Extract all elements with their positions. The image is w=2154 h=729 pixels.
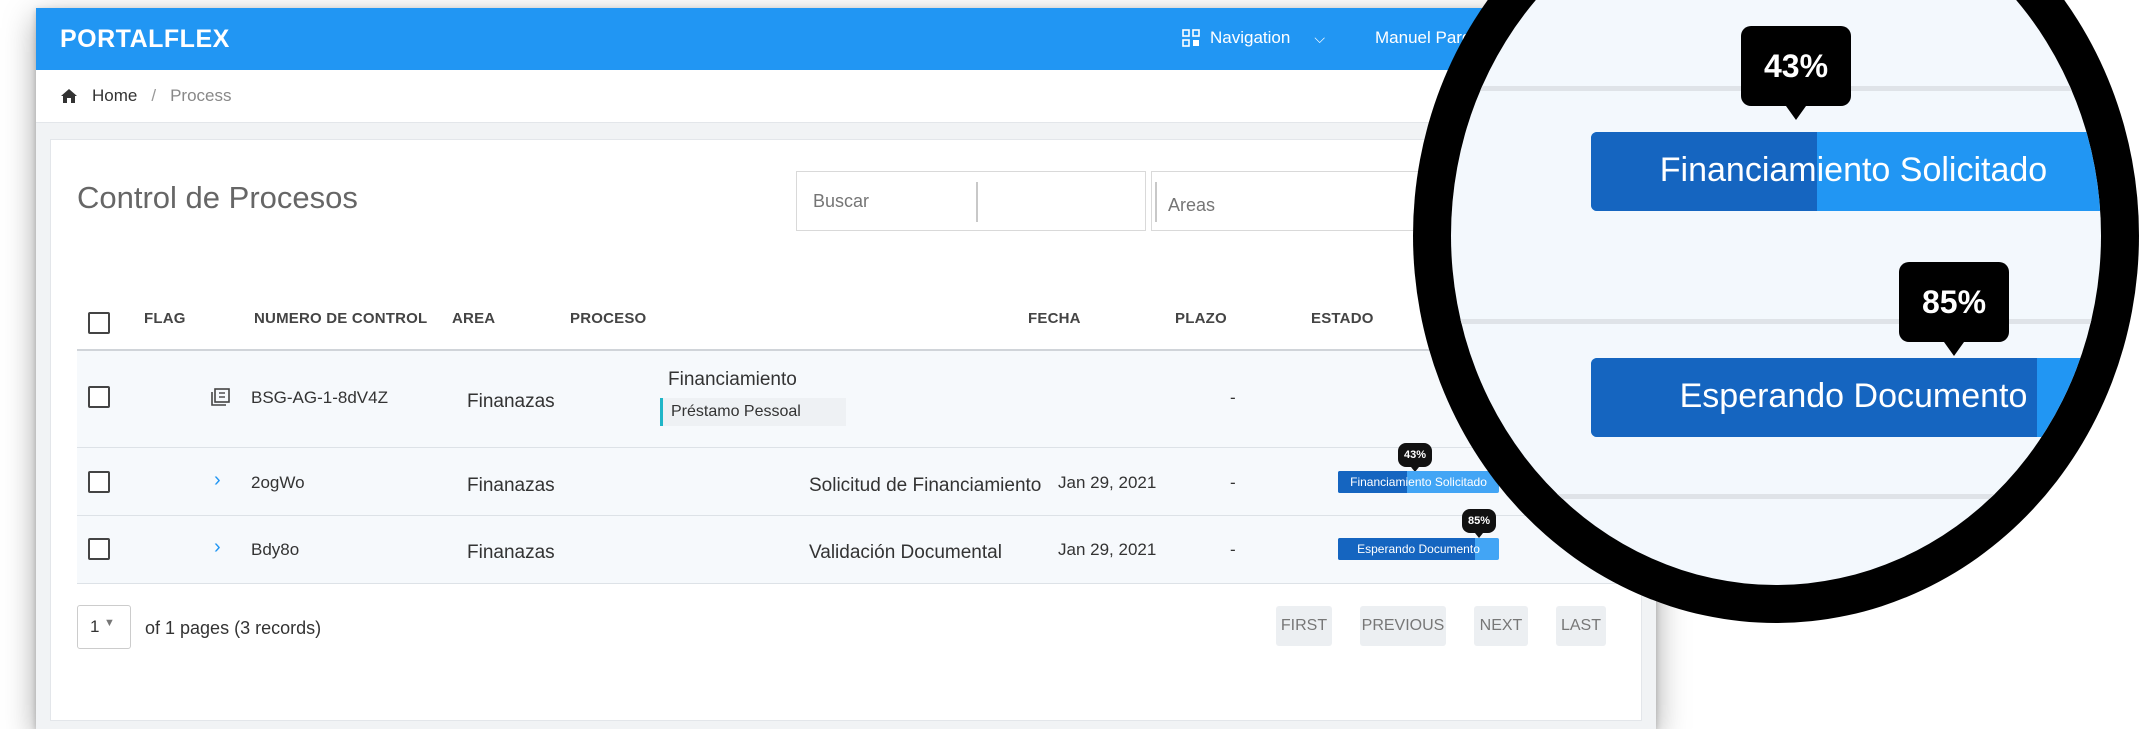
chevron-right-icon[interactable]: › [214, 469, 221, 492]
home-icon [61, 89, 77, 103]
search-divider [976, 182, 978, 222]
breadcrumb-current: Process [170, 86, 232, 105]
process-card: Control de Procesos FLAG NUMERO DE CONTR… [50, 139, 1642, 721]
last-page-button[interactable]: LAST [1556, 606, 1606, 646]
page-select-value: 1 [90, 617, 100, 636]
row-proceso: Financiamiento [668, 369, 797, 390]
row-plazo: - [1230, 473, 1236, 492]
areas-divider [1155, 182, 1157, 222]
page-title: Control de Procesos [77, 180, 358, 215]
top-navbar: PORTALFLEX Navigation ⌵ Manuel Pardo [36, 8, 1656, 70]
document-flag-icon[interactable] [211, 388, 231, 406]
column-header-estado[interactable]: ESTADO [1311, 310, 1374, 327]
row-numero: Bdy8o [251, 540, 300, 559]
zoom-divider [1451, 494, 2101, 499]
row-area: Finanazas [467, 475, 555, 496]
status-progress-bar: Esperando Documento [1338, 538, 1499, 560]
row-plazo: - [1230, 540, 1236, 559]
column-header-plazo[interactable]: PLAZO [1175, 310, 1227, 327]
zoom-status-progress-bar: Financiamiento Solicitado [1591, 132, 2101, 211]
column-header-fecha[interactable]: FECHA [1028, 310, 1081, 327]
navigation-menu[interactable]: Navigation ⌵ [1182, 28, 1325, 48]
row-checkbox[interactable] [88, 538, 110, 560]
zoom-progress-tooltip: 85% [1899, 262, 2009, 356]
row-area: Finanazas [467, 542, 555, 563]
row-fecha: Jan 29, 2021 [1058, 473, 1157, 492]
zoom-status-progress-bar: Esperando Documento [1591, 358, 2101, 437]
zoom-progress-tooltip: 43% [1741, 26, 1851, 120]
select-all-checkbox[interactable] [88, 312, 110, 334]
search-field[interactable] [796, 171, 1146, 231]
breadcrumb-separator: / [151, 86, 157, 105]
row-proceso: Solicitud de Financiamiento [809, 475, 1042, 496]
chevron-right-icon[interactable]: › [214, 536, 221, 559]
breadcrumb: Home / Process [36, 70, 1656, 123]
zoom-status-label: Esperando Documento [1679, 377, 2028, 415]
zoom-status-label: Financiamiento Solicitado [1659, 151, 2048, 189]
table-row[interactable]: › 2ogWo Finanazas Solicitud de Financiam… [77, 443, 1617, 516]
first-page-button[interactable]: FIRST [1276, 606, 1332, 646]
chevron-down-icon: ⌵ [1314, 29, 1325, 46]
next-page-button[interactable]: NEXT [1474, 606, 1528, 646]
row-checkbox[interactable] [88, 471, 110, 493]
page-select[interactable]: 1 ▼ [77, 605, 131, 649]
row-area: Finanazas [467, 391, 555, 412]
column-header-area[interactable]: AREA [452, 310, 495, 327]
column-header-numero[interactable]: NUMERO DE CONTROL [254, 310, 427, 327]
app-window: PORTALFLEX Navigation ⌵ Manuel Pardo Hom… [36, 8, 1656, 729]
status-label: Financiamiento Solicitado [1350, 475, 1487, 489]
progress-tooltip: 43% [1398, 443, 1432, 472]
table-row[interactable]: › Bdy8o Finanazas Validación Documental … [77, 509, 1617, 584]
breadcrumb-home-link[interactable]: Home [92, 86, 137, 106]
caret-down-icon: ▼ [104, 617, 115, 629]
pagination-info: of 1 pages (3 records) [145, 618, 322, 638]
row-numero: 2ogWo [251, 473, 305, 492]
process-type-tag: Préstamo Pessoal [660, 398, 846, 426]
row-fecha: Jan 29, 2021 [1058, 540, 1157, 559]
row-proceso: Validación Documental [809, 542, 1002, 563]
column-header-proceso[interactable]: PROCESO [570, 310, 646, 327]
column-header-flag[interactable]: FLAG [144, 310, 186, 327]
row-plazo: - [1230, 388, 1236, 407]
search-input[interactable] [811, 190, 965, 213]
status-label: Esperando Documento [1357, 542, 1480, 556]
status-progress-bar: Financiamiento Solicitado [1338, 471, 1499, 493]
sitemap-icon [1182, 29, 1200, 47]
zoom-content: 43% Financiamiento Solicitado 85% Espera… [1451, 0, 2101, 585]
table-row-parent[interactable]: BSG-AG-1-8dV4Z Finanazas Financiamiento … [77, 351, 1617, 448]
previous-page-button[interactable]: PREVIOUS [1360, 606, 1446, 646]
row-numero: BSG-AG-1-8dV4Z [251, 388, 388, 407]
navigation-label: Navigation [1210, 28, 1291, 47]
app-logo[interactable]: PORTALFLEX [60, 25, 230, 54]
row-checkbox[interactable] [88, 386, 110, 408]
progress-tooltip: 85% [1462, 509, 1496, 538]
